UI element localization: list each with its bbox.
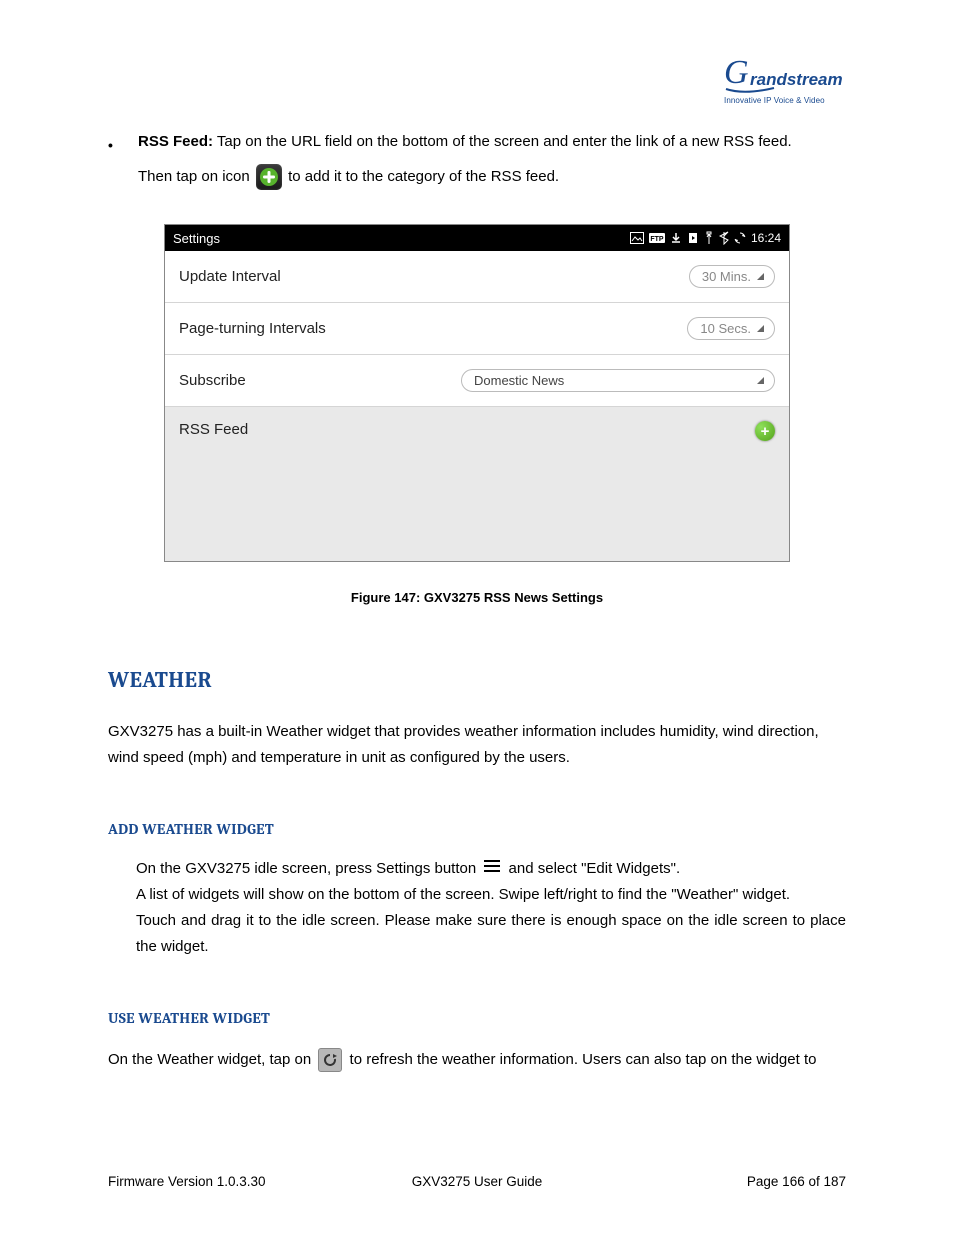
use-after: to refresh the weather information. User… bbox=[350, 1051, 817, 1068]
status-clock: 16:24 bbox=[751, 231, 781, 245]
page-turning-label: Page-turning Intervals bbox=[179, 320, 687, 337]
update-interval-value[interactable]: 30 Mins. bbox=[689, 265, 775, 288]
status-bar: Settings FTP 16:24 bbox=[165, 225, 789, 251]
picture-icon bbox=[630, 232, 644, 244]
dropdown-icon bbox=[757, 273, 764, 280]
dropdown-icon bbox=[757, 377, 764, 384]
ftp-icon: FTP bbox=[649, 233, 665, 243]
rss-feed-label: RSS Feed bbox=[179, 421, 755, 438]
sync-icon bbox=[734, 232, 746, 244]
bullet-title: RSS Feed: bbox=[138, 133, 213, 150]
download-icon bbox=[670, 232, 682, 244]
add-icon bbox=[256, 164, 282, 190]
bullet-line2-before: Then tap on icon bbox=[138, 168, 254, 185]
row-page-turning[interactable]: Page-turning Intervals 10 Secs. bbox=[165, 303, 789, 355]
subscribe-label: Subscribe bbox=[179, 372, 461, 389]
brand-logo: G randstream Innovative IP Voice & Video bbox=[724, 55, 854, 105]
refresh-icon bbox=[318, 1048, 342, 1072]
usb-icon bbox=[704, 231, 714, 245]
footer-left: Firmware Version 1.0.3.30 bbox=[108, 1174, 354, 1189]
add-line2: A list of widgets will show on the botto… bbox=[136, 886, 790, 903]
logo-text: randstream bbox=[750, 70, 843, 89]
weather-heading: WEATHER bbox=[108, 667, 846, 693]
weather-body: GXV3275 has a built-in Weather widget th… bbox=[108, 719, 846, 772]
row-subscribe[interactable]: Subscribe Domestic News bbox=[165, 355, 789, 407]
bullet-line1: Tap on the URL field on the bottom of th… bbox=[213, 133, 792, 150]
update-interval-label: Update Interval bbox=[179, 268, 689, 285]
footer-right: Page 166 of 187 bbox=[600, 1174, 846, 1189]
rss-feed-paragraph: • RSS Feed: Tap on the URL field on the … bbox=[108, 125, 846, 194]
bluetooth-icon bbox=[719, 231, 729, 245]
status-title: Settings bbox=[173, 231, 630, 246]
bullet-line2-after: to add it to the category of the RSS fee… bbox=[288, 168, 559, 185]
logo-script: G bbox=[724, 55, 749, 91]
add-line1-before: On the GXV3275 idle screen, press Settin… bbox=[136, 860, 480, 877]
use-weather-body: On the Weather widget, tap on to refresh… bbox=[108, 1047, 846, 1073]
add-line3: Touch and drag it to the idle screen. Pl… bbox=[136, 912, 846, 955]
row-update-interval[interactable]: Update Interval 30 Mins. bbox=[165, 251, 789, 303]
use-before: On the Weather widget, tap on bbox=[108, 1051, 315, 1068]
menu-icon bbox=[483, 856, 501, 882]
play-store-icon bbox=[687, 232, 699, 244]
page-turning-text: 10 Secs. bbox=[700, 321, 751, 336]
row-rss-feed: RSS Feed + bbox=[165, 407, 789, 561]
logo-tagline: Innovative IP Voice & Video bbox=[724, 96, 854, 105]
page-turning-value[interactable]: 10 Secs. bbox=[687, 317, 775, 340]
subscribe-text: Domestic News bbox=[474, 373, 751, 388]
figure-caption: Figure 147: GXV3275 RSS News Settings bbox=[108, 590, 846, 605]
add-feed-button[interactable]: + bbox=[755, 421, 775, 441]
svg-text:FTP: FTP bbox=[650, 236, 664, 243]
add-line1-after: and select "Edit Widgets". bbox=[509, 860, 681, 877]
use-weather-heading: USE WEATHER WIDGET bbox=[108, 1009, 846, 1027]
update-interval-text: 30 Mins. bbox=[702, 269, 751, 284]
bullet-dot: • bbox=[108, 125, 138, 194]
page-footer: Firmware Version 1.0.3.30 GXV3275 User G… bbox=[108, 1174, 846, 1189]
footer-center: GXV3275 User Guide bbox=[354, 1174, 600, 1189]
embedded-screenshot: Settings FTP 16:24 Update Interval 30 Mi… bbox=[164, 224, 790, 562]
subscribe-value[interactable]: Domestic News bbox=[461, 369, 775, 392]
add-weather-heading: ADD WEATHER WIDGET bbox=[108, 820, 846, 838]
add-weather-body: On the GXV3275 idle screen, press Settin… bbox=[136, 856, 846, 961]
dropdown-icon bbox=[757, 325, 764, 332]
